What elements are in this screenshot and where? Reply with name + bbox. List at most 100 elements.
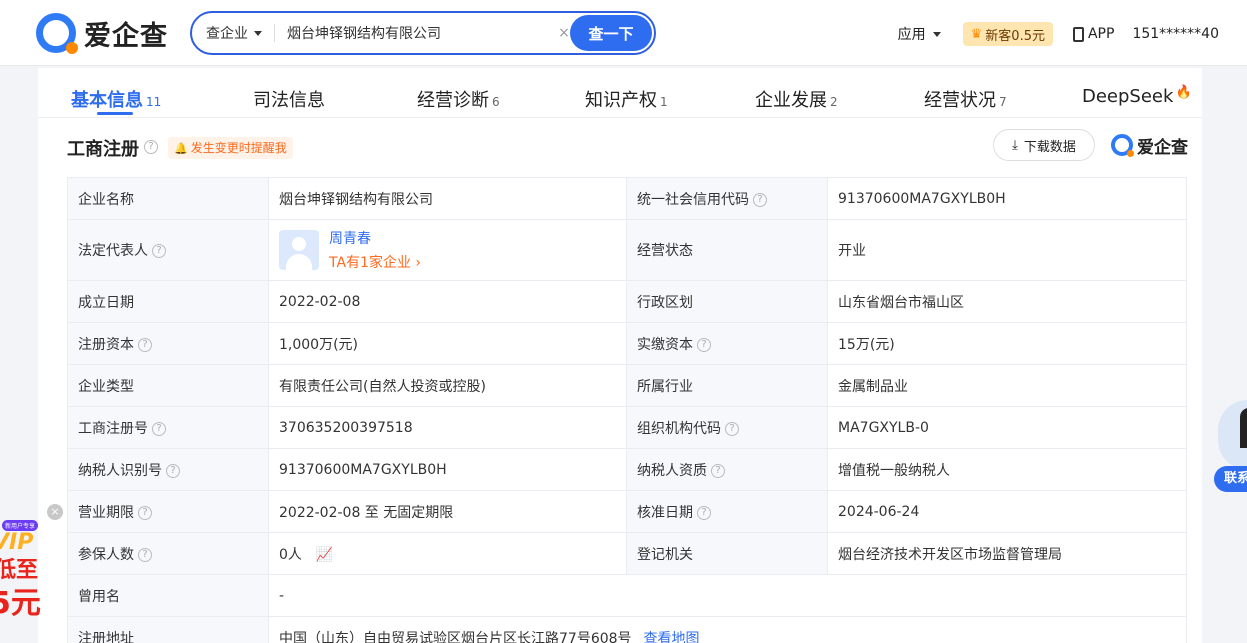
legal-rep-name[interactable]: 周青春: [329, 228, 421, 248]
table-row: 注册资本? 1,000万(元) 实缴资本? 15万(元): [67, 322, 1187, 365]
registration-info-table: 企业名称 烟台坤铎钢结构有限公司 统一社会信用代码? 91370600MA7GX…: [67, 177, 1187, 643]
field-label: 组织机构代码?: [626, 406, 828, 449]
customer-service-widget[interactable]: 联系: [1214, 400, 1247, 495]
field-label: 登记机关: [626, 532, 828, 575]
contact-button[interactable]: 联系: [1214, 466, 1247, 492]
help-icon[interactable]: ?: [144, 140, 158, 154]
fire-icon: 🔥: [1175, 85, 1192, 100]
label-text: 纳税人资质: [637, 462, 707, 479]
tab-count: 2: [830, 95, 838, 109]
field-label: 纳税人识别号?: [67, 448, 269, 491]
legal-rep-companies-link[interactable]: TA有1家企业 ›: [329, 252, 421, 272]
help-icon[interactable]: ?: [152, 244, 166, 258]
apps-label: 应用: [897, 27, 926, 43]
field-value: 有限责任公司(自然人投资或控股): [268, 364, 627, 407]
tab-development[interactable]: 企业发展 2: [755, 86, 838, 112]
brand-watermark: 爱企查: [1111, 132, 1188, 158]
detail-tabs: 基本信息 11 司法信息 经营诊断 6 知识产权 1 企业发展 2 经营状况 7 Deep…: [38, 68, 1202, 118]
field-value: 370635200397518: [268, 406, 627, 449]
search-divider: [274, 24, 275, 42]
download-icon: ⤓: [1012, 137, 1018, 153]
label-text: 注册资本: [78, 336, 134, 353]
logo-mark-icon: [1111, 134, 1134, 157]
label-text: 实缴资本: [637, 336, 693, 353]
help-icon[interactable]: ?: [138, 505, 152, 520]
field-label: 注册地址: [67, 616, 269, 643]
table-row: 曾用名 -: [67, 574, 1187, 617]
avatar[interactable]: [279, 230, 319, 270]
field-value: 山东省烟台市福山区: [827, 280, 1187, 323]
table-row: 企业类型 有限责任公司(自然人投资或控股) 所属行业 金属制品业: [67, 364, 1187, 407]
tab-label: 基本信息: [71, 90, 143, 111]
help-icon[interactable]: ?: [138, 337, 152, 352]
section-title: 工商注册: [67, 139, 139, 160]
tab-basic-info[interactable]: 基本信息 11: [71, 86, 161, 112]
tab-operations[interactable]: 经营状况 7: [924, 86, 1007, 112]
field-value: 金属制品业: [827, 364, 1187, 407]
tab-label: 企业发展: [755, 90, 827, 111]
label-text: 参保人数: [78, 546, 134, 563]
label-text: 营业期限: [78, 504, 134, 521]
app-download-link[interactable]: APP: [1072, 26, 1115, 42]
bell-icon: 🔔: [174, 142, 188, 155]
table-row: 企业名称 烟台坤铎钢结构有限公司 统一社会信用代码? 91370600MA7GX…: [67, 177, 1187, 220]
change-reminder-button[interactable]: 🔔 发生变更时提醒我: [168, 137, 293, 159]
field-value: 烟台经济技术开发区市场监督管理局: [827, 532, 1187, 575]
label-text: 统一社会信用代码: [637, 191, 749, 208]
download-data-button[interactable]: ⤓ 下载数据: [993, 129, 1095, 161]
field-value: 开业: [827, 219, 1187, 281]
app-label: APP: [1087, 26, 1115, 42]
logo[interactable]: 爱企查: [36, 13, 168, 54]
field-value: 15万(元): [827, 322, 1187, 365]
help-icon[interactable]: ?: [725, 421, 739, 436]
table-row: 注册地址 中国（山东）自由贸易试验区烟台片区长江路77号608号 查看地图: [67, 616, 1187, 643]
tab-judicial-info[interactable]: 司法信息: [253, 86, 325, 112]
crown-icon: ♛: [970, 26, 983, 42]
user-account[interactable]: 151******40: [1132, 26, 1219, 42]
tab-business-diagnosis[interactable]: 经营诊断 6: [417, 86, 500, 112]
help-icon[interactable]: ?: [138, 547, 152, 562]
field-value: 烟台坤铎钢结构有限公司: [268, 177, 627, 220]
help-icon[interactable]: ?: [166, 463, 180, 478]
field-value: -: [268, 574, 1187, 617]
new-user-promo[interactable]: ♛ 新客0.5元: [962, 22, 1053, 46]
help-icon[interactable]: ?: [152, 421, 166, 436]
field-value: 0人 📈: [268, 532, 627, 575]
logo-text: 爱企查: [84, 20, 168, 52]
value-text: 中国（山东）自由贸易试验区烟台片区长江路77号608号: [279, 630, 632, 643]
field-label: 法定代表人?: [67, 219, 269, 281]
tab-count: 6: [492, 95, 500, 109]
field-label: 统一社会信用代码?: [626, 177, 828, 220]
header-right: 应用 ♛ 新客0.5元 APP 151******40: [898, 22, 1219, 46]
field-label: 注册资本?: [67, 322, 269, 365]
logo-mark-icon: [36, 13, 78, 54]
field-label: 企业名称: [67, 177, 269, 220]
tab-deepseek[interactable]: DeepSeek 🔥: [1082, 85, 1192, 107]
trend-chart-icon[interactable]: 📈: [316, 547, 333, 563]
ad-close-icon[interactable]: ×: [47, 504, 63, 520]
search-input[interactable]: [287, 25, 547, 41]
legal-rep-cell: 周青春 TA有1家企业 ›: [268, 219, 627, 281]
help-icon[interactable]: ?: [711, 463, 725, 478]
promo-label: 新客0.5元: [985, 28, 1045, 44]
view-map-link[interactable]: 查看地图: [644, 631, 700, 643]
field-label: 营业期限?: [67, 490, 269, 533]
field-label: 参保人数?: [67, 532, 269, 575]
field-value: 中国（山东）自由贸易试验区烟台片区长江路77号608号 查看地图: [268, 616, 1187, 643]
link-text: TA有1家企业: [329, 255, 411, 271]
vip-promo-ad[interactable]: 新用户专享 VIP 低至 5元: [0, 516, 48, 616]
help-icon[interactable]: ?: [753, 192, 767, 207]
apps-menu[interactable]: 应用: [898, 24, 941, 44]
field-label: 行政区划: [626, 280, 828, 323]
tab-label: DeepSeek: [1082, 86, 1174, 107]
help-icon[interactable]: ?: [697, 505, 711, 520]
caret-down-icon: [254, 30, 262, 36]
help-icon[interactable]: ?: [697, 337, 711, 352]
search-button[interactable]: 查一下: [570, 15, 652, 51]
download-label: 下载数据: [1023, 139, 1076, 155]
field-label: 核准日期?: [626, 490, 828, 533]
tab-ip[interactable]: 知识产权 1: [585, 86, 668, 112]
tab-label: 司法信息: [253, 90, 325, 111]
tab-count: 1: [660, 95, 668, 109]
search-type-select[interactable]: 查企业: [206, 23, 262, 43]
